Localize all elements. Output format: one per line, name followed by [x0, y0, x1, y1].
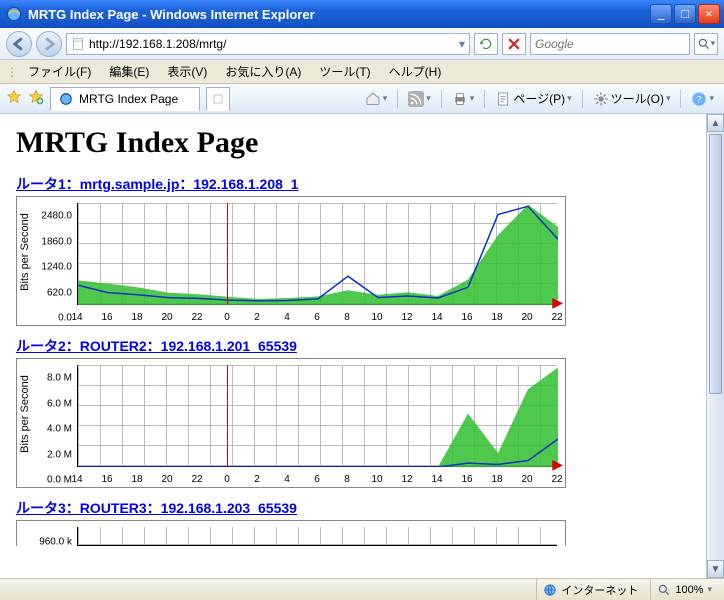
internet-zone-icon	[543, 583, 557, 597]
minimize-button[interactable]: _	[650, 4, 672, 24]
print-button[interactable]: ▾	[448, 89, 479, 109]
router3-link[interactable]: ルータ3：ROUTER3：192.168.1.203_65539	[16, 498, 690, 518]
address-dropdown-icon[interactable]: ▾	[459, 37, 465, 51]
menu-tools[interactable]: ツール(T)	[311, 61, 378, 82]
refresh-icon	[479, 37, 493, 51]
print-icon	[452, 91, 468, 107]
zoom-label: 100%	[675, 584, 703, 596]
menu-help[interactable]: ヘルプ(H)	[381, 61, 450, 82]
scroll-thumb[interactable]	[709, 134, 722, 394]
scroll-down-button[interactable]: ▼	[707, 560, 724, 578]
graph1-ylabel: Bits per Second	[19, 213, 31, 291]
arrow-right-icon	[42, 37, 56, 51]
page-content: MRTG Index Page ルータ1：mrtg.sample.jp：192.…	[0, 114, 706, 578]
new-tab-button[interactable]	[206, 87, 230, 111]
menu-file[interactable]: ファイル(F)	[20, 61, 99, 82]
zone-label: インターネット	[561, 582, 638, 598]
window-titlebar: MRTG Index Page - Windows Internet Explo…	[0, 0, 724, 28]
chevron-down-icon: ▾	[707, 584, 712, 595]
router2-link[interactable]: ルータ2：ROUTER2：192.168.1.201_65539	[16, 336, 690, 356]
page-menu-label: ページ(P)	[513, 90, 565, 107]
page-icon	[71, 37, 85, 51]
page-viewport: ▲ ▼ MRTG Index Page ルータ1：mrtg.sample.jp：…	[0, 114, 724, 578]
forward-button[interactable]	[36, 31, 62, 57]
router3-graph[interactable]: 960.0 k	[16, 520, 566, 546]
gear-icon	[593, 91, 609, 107]
graph2-ylabel: Bits per Second	[19, 375, 31, 453]
help-icon: ?	[691, 91, 707, 107]
refresh-button[interactable]	[474, 33, 498, 55]
router2-graph[interactable]: Bits per Second 0.0 M2.0 M4.0 M6.0 M8.0 …	[16, 358, 566, 488]
menu-bar: ⋮ ファイル(F) 編集(E) 表示(V) お気に入り(A) ツール(T) ヘル…	[0, 60, 724, 84]
address-bar[interactable]: http://192.168.1.208/mrtg/ ▾	[66, 33, 470, 55]
home-icon	[365, 91, 381, 107]
window-title: MRTG Index Page - Windows Internet Explo…	[28, 7, 315, 22]
status-bar: インターネット 100% ▾	[0, 578, 724, 600]
star-icon	[6, 89, 22, 105]
ie-icon	[6, 6, 22, 22]
back-button[interactable]	[6, 31, 32, 57]
svg-text:?: ?	[697, 94, 702, 104]
feeds-button[interactable]: ▾	[404, 89, 435, 109]
ie-page-icon	[59, 92, 73, 106]
browser-tab[interactable]: MRTG Index Page	[50, 87, 200, 111]
scroll-up-button[interactable]: ▲	[707, 114, 724, 132]
arrow-left-icon	[12, 37, 26, 51]
blank-tab-icon	[212, 93, 224, 105]
tools-menu-label: ツール(O)	[611, 90, 664, 107]
menu-edit[interactable]: 編集(E)	[101, 61, 157, 82]
add-favorite-button[interactable]	[28, 89, 44, 108]
home-button[interactable]: ▾	[361, 89, 392, 109]
search-icon	[697, 37, 711, 51]
rss-icon	[408, 91, 424, 107]
search-input[interactable]	[535, 37, 685, 51]
router1-graph[interactable]: Bits per Second 0.0620.01240.01860.02480…	[16, 196, 566, 326]
star-plus-icon	[28, 89, 44, 105]
tools-menu-button[interactable]: ツール(O)▾	[589, 88, 675, 109]
close-button[interactable]: ×	[698, 4, 720, 24]
help-button[interactable]: ?▾	[687, 89, 718, 109]
security-zone[interactable]: インターネット	[536, 579, 644, 600]
address-text: http://192.168.1.208/mrtg/	[89, 37, 455, 51]
menu-view[interactable]: 表示(V)	[159, 61, 215, 82]
stop-button[interactable]	[502, 33, 526, 55]
vertical-scrollbar[interactable]: ▲ ▼	[706, 114, 724, 578]
menu-favorites[interactable]: お気に入り(A)	[217, 61, 309, 82]
router1-link[interactable]: ルータ1：mrtg.sample.jp：192.168.1.208_1	[16, 174, 690, 194]
search-box[interactable]	[530, 33, 690, 55]
zoom-control[interactable]: 100% ▾	[650, 579, 718, 600]
command-bar: MRTG Index Page ▾ ▾ ▾ ページ(P)▾ ツール(O)▾ ?▾	[0, 84, 724, 114]
page-title: MRTG Index Page	[16, 126, 690, 160]
tab-title: MRTG Index Page	[79, 92, 178, 106]
navigation-bar: http://192.168.1.208/mrtg/ ▾ ▾	[0, 28, 724, 60]
favorites-center-button[interactable]	[6, 89, 22, 108]
page-menu-button[interactable]: ページ(P)▾	[491, 88, 575, 109]
zoom-icon	[657, 583, 671, 597]
maximize-button[interactable]: □	[674, 4, 696, 24]
stop-icon	[508, 38, 520, 50]
page-menu-icon	[495, 91, 511, 107]
search-button[interactable]: ▾	[694, 33, 718, 55]
